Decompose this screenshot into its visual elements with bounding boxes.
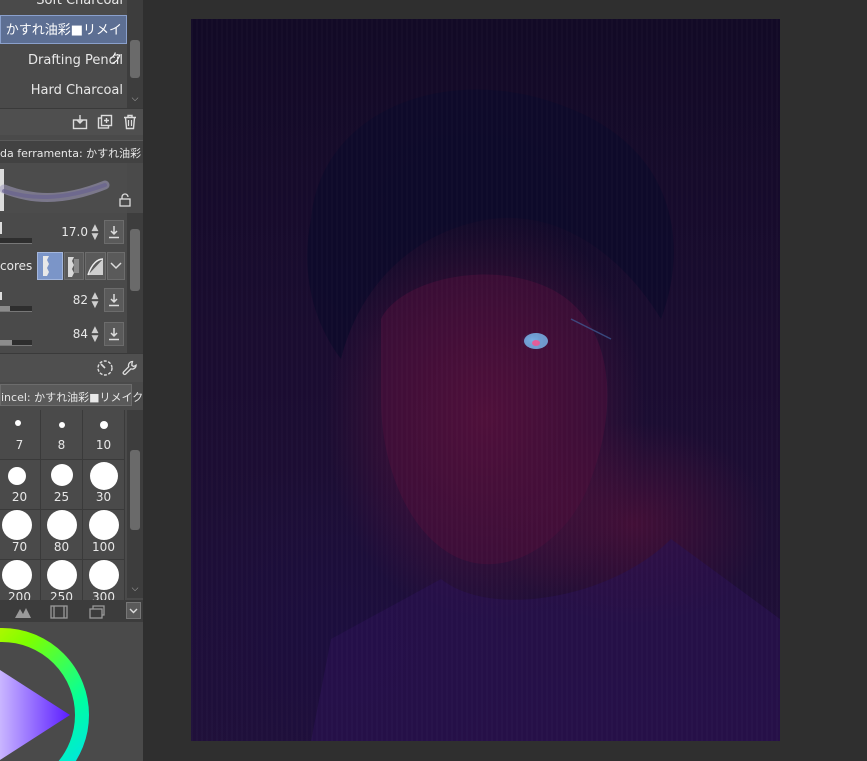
brush-size-grid: 7 8 10 20 25 30 70 80 100 200 250 300 [0, 410, 127, 610]
brush-list-scrollbar[interactable]: ⌵ [127, 0, 143, 108]
param3-value[interactable]: 84 [48, 327, 88, 341]
color-wheel-icon[interactable] [0, 622, 143, 761]
brush-size-tab[interactable]: incel: かすれ油彩■リメイク [0, 384, 143, 406]
param2-slider-mark [0, 292, 2, 300]
param2-value[interactable]: 82 [48, 293, 88, 307]
trash-icon[interactable] [121, 113, 139, 131]
size-label: 20 [11, 490, 28, 504]
size-cell-10[interactable]: 10 [83, 410, 125, 460]
brush-item-selected[interactable]: かすれ油彩■リメイク [0, 15, 127, 67]
size-row: 17.0 ▲ ▼ [0, 216, 127, 248]
scroll-thumb[interactable] [130, 40, 140, 78]
param3-slider-fill [0, 340, 12, 345]
size-cell-20[interactable]: 20 [0, 460, 41, 510]
scroll-thumb[interactable] [130, 450, 140, 530]
param2-row: 82 ▲ ▼ [0, 284, 127, 316]
artwork-illustration [307, 89, 780, 741]
size-label: 8 [57, 438, 66, 452]
size-label: 70 [11, 540, 28, 554]
drawing-canvas[interactable] [191, 19, 780, 741]
color-mode-option-2[interactable] [64, 252, 84, 280]
chevron-down-icon[interactable]: ⌵ [130, 94, 140, 104]
color-mode-option-1[interactable] [37, 252, 63, 280]
download-icon[interactable] [104, 288, 124, 312]
stroke-preview-icon [0, 180, 110, 202]
layers-icon[interactable] [88, 604, 106, 623]
brush-size-scrollbar[interactable]: ⌵ [127, 410, 143, 598]
param2-slider[interactable] [0, 306, 32, 312]
brush-size-title: incel: かすれ油彩■リメイク [1, 391, 143, 404]
brush-stroke-preview [0, 163, 131, 213]
lock-icon[interactable] [118, 192, 132, 211]
download-icon[interactable] [104, 220, 124, 244]
color-wheel-panel [0, 622, 143, 761]
filmstrip-icon[interactable] [50, 604, 68, 623]
size-slider[interactable] [0, 238, 32, 244]
param3-slider[interactable] [0, 340, 32, 346]
download-icon[interactable] [104, 322, 124, 346]
scroll-thumb[interactable] [130, 229, 140, 291]
duplicate-icon[interactable] [96, 113, 114, 131]
size-cell-30[interactable]: 30 [83, 460, 125, 510]
chevron-down-icon[interactable]: ⌵ [130, 584, 140, 594]
size-label: 80 [53, 540, 70, 554]
chevron-down-icon[interactable] [107, 252, 125, 280]
mountain-icon[interactable] [14, 604, 32, 623]
param2-slider-fill [0, 306, 10, 311]
tool-property-footer [0, 353, 143, 382]
panel-tab-bar [0, 600, 143, 622]
chevron-down-icon[interactable] [126, 602, 141, 619]
size-dot-7 [15, 420, 21, 426]
left-panel: Soft Charcoal かすれ油彩■リメイク Drafting Pencil… [0, 0, 143, 761]
brush-list-toolbar [0, 109, 143, 135]
size-label: 10 [95, 438, 112, 452]
tool-property-header: da ferramenta: かすれ油彩 [0, 140, 143, 163]
wrench-icon[interactable] [121, 359, 139, 381]
param3-spinner[interactable]: ▲ ▼ [90, 326, 100, 344]
size-cell-7[interactable]: 7 [0, 410, 41, 460]
size-cell-8[interactable]: 8 [41, 410, 83, 460]
brush-item-drafting-pencil[interactable]: Drafting Pencil [0, 46, 127, 75]
size-label: 25 [53, 490, 70, 504]
size-cell-25[interactable]: 25 [41, 460, 83, 510]
color-mode-row: cores [0, 250, 127, 282]
param3-row: 84 ▲ ▼ [0, 318, 127, 350]
size-value[interactable]: 17.0 [48, 225, 88, 239]
color-mode-label: cores [0, 259, 33, 273]
size-cell-70[interactable]: 70 [0, 510, 41, 560]
size-label: 100 [92, 540, 115, 554]
size-cell-80[interactable]: 80 [41, 510, 83, 560]
import-icon[interactable] [71, 113, 89, 131]
tool-property-title: da ferramenta: かすれ油彩 [0, 147, 142, 160]
size-slider-mark [0, 222, 2, 234]
size-cell-100[interactable]: 100 [83, 510, 125, 560]
brush-item-soft-charcoal[interactable]: Soft Charcoal [0, 0, 127, 15]
size-spinner[interactable]: ▲ ▼ [90, 224, 100, 242]
param2-spinner[interactable]: ▲ ▼ [90, 292, 100, 310]
size-label: 30 [95, 490, 112, 504]
size-label: 7 [15, 438, 24, 452]
tool-property-scrollbar[interactable] [127, 213, 143, 353]
settings-dial-icon[interactable] [96, 359, 114, 381]
color-mode-option-3[interactable] [85, 252, 106, 280]
brush-item-hard-charcoal-stick[interactable]: Hard Charcoal Stick [0, 76, 127, 127]
